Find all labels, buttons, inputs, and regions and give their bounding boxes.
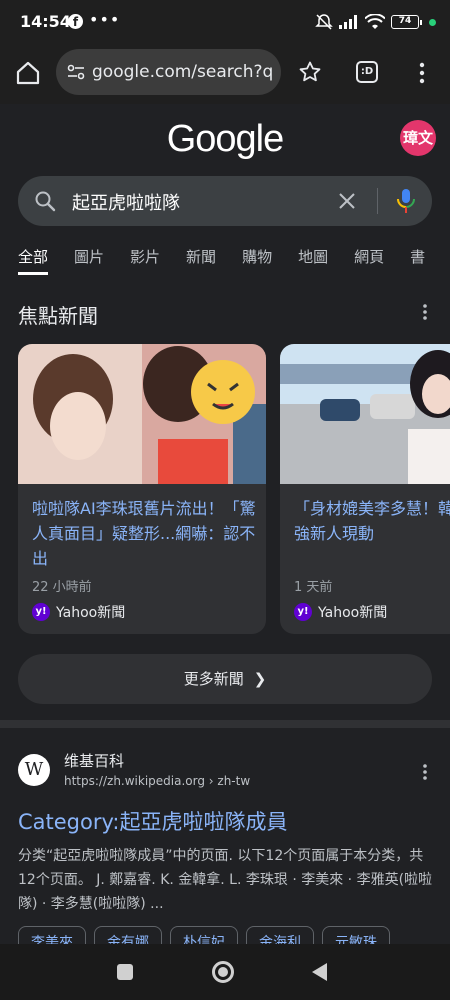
google-logo[interactable]: Google [0,118,450,161]
wifi-icon [365,14,385,29]
tab-web[interactable]: 網頁 [354,246,384,275]
bookmark-star-icon[interactable] [298,60,322,84]
tab-all[interactable]: 全部 [18,246,49,275]
address-bar[interactable]: google.com/search?q [56,49,281,95]
more-news-button[interactable]: 更多新聞 ❯ [18,654,432,704]
result-chips: 李美來 金有娜 朴信妃 金海利 元敏珠 [18,926,398,944]
search-results-page: Google 璋文 起亞虎啦啦隊 全部 圖片 影片 新聞 購物 地圖 網頁書 焦點新聞 [0,104,450,944]
related-chip[interactable]: 朴信妃 [170,926,238,944]
privacy-indicator-icon [429,18,436,26]
news-card[interactable]: 「身材媲美李多慧！韓啦啦隊最強新人現動 1 天前 y! Yahoo新聞 [280,344,450,634]
more-notifications-icon: ••• [89,10,121,29]
more-menu-icon[interactable] [410,61,434,85]
tab-maps[interactable]: 地圖 [298,246,328,275]
result-more-icon[interactable] [418,762,432,782]
search-input[interactable]: 起亞虎啦啦隊 [72,189,180,215]
recents-icon[interactable] [117,964,133,980]
search-tabs: 全部 圖片 影片 新聞 購物 地圖 網頁書 [18,246,450,276]
result-site-url[interactable]: https://zh.wikipedia.org › zh-tw [64,774,250,788]
news-source-name: Yahoo新聞 [56,605,126,621]
section-more-icon[interactable] [418,302,432,322]
related-chip[interactable]: 金海利 [246,926,314,944]
tab-videos[interactable]: 影片 [130,246,160,275]
tab-books[interactable]: 書 [410,246,425,275]
news-headline[interactable]: 「身材媲美李多慧！韓啦啦隊最強新人現動 [294,496,450,546]
mute-icon [315,14,333,30]
section-divider [0,720,450,728]
news-source: y! Yahoo新聞 [294,602,387,622]
yahoo-logo-icon: y! [32,603,50,621]
result-site-name[interactable]: 维基百科 [64,750,124,771]
clear-icon[interactable] [336,190,358,212]
tab-images[interactable]: 圖片 [74,246,104,275]
system-navigation-bar [0,944,450,1000]
chevron-right-icon: ❯ [253,670,267,688]
tab-switcher-button[interactable]: :D [356,61,378,83]
site-settings-icon[interactable] [66,62,86,82]
search-icon [35,191,56,212]
related-chip[interactable]: 元敏珠 [322,926,390,944]
related-chip[interactable]: 李美來 [18,926,86,944]
home-icon[interactable] [14,59,42,87]
tab-shopping[interactable]: 購物 [242,246,272,275]
top-stories-title: 焦點新聞 [18,304,98,328]
related-chip[interactable]: 金有娜 [94,926,162,944]
facebook-notification-icon: f [68,14,83,29]
search-divider [377,188,378,214]
url-text[interactable]: google.com/search?q [92,62,276,82]
more-news-label: 更多新聞 [183,670,244,688]
news-headline[interactable]: 啦啦隊AI李珠珢舊片流出！「驚人真面目」疑整形...網嚇：認不出 [32,496,257,571]
back-icon[interactable] [312,963,327,981]
news-thumbnail-image [280,344,450,484]
news-time: 22 小時前 [32,580,92,595]
battery-icon: 74 [391,15,422,29]
microphone-icon[interactable] [395,188,417,214]
account-avatar[interactable]: 璋文 [400,120,436,156]
browser-toolbar: google.com/search?q :D [0,44,450,104]
signal-icon [339,15,357,29]
news-source: y! Yahoo新聞 [32,602,125,622]
yahoo-logo-icon: y! [294,603,312,621]
tab-news[interactable]: 新聞 [186,246,216,275]
home-button-icon[interactable] [212,961,234,983]
news-thumbnail-image [18,344,266,484]
news-source-name: Yahoo新聞 [318,605,388,621]
result-snippet: 分类“起亞虎啦啦隊成員”中的页面. 以下12个页面属于本分类，共12个页面。 J… [18,848,433,912]
news-time: 1 天前 [294,580,333,595]
status-bar: 14:54 f ••• 74 [0,0,450,44]
wikipedia-favicon-icon[interactable]: W [18,754,50,786]
status-time: 14:54 [20,12,71,31]
result-title-link[interactable]: Category:起亞虎啦啦隊成員 [18,806,287,836]
news-card[interactable]: 啦啦隊AI李珠珢舊片流出！「驚人真面目」疑整形...網嚇：認不出 22 小時前 … [18,344,266,634]
search-box[interactable]: 起亞虎啦啦隊 [18,176,432,226]
